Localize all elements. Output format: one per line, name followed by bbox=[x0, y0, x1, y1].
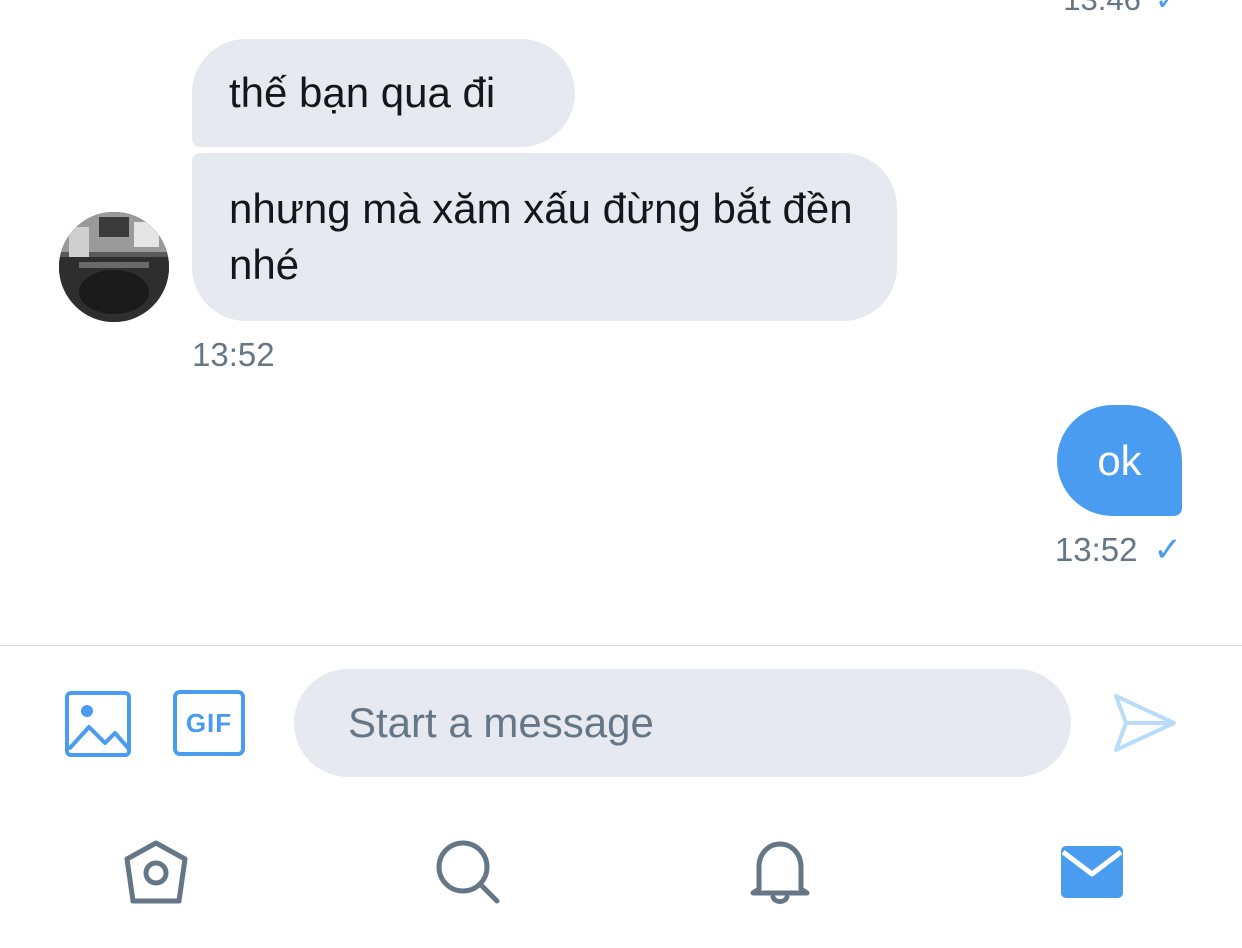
message-text: ok bbox=[1097, 436, 1142, 484]
send-icon[interactable] bbox=[1110, 690, 1180, 756]
incoming-message-time: 13:52 bbox=[192, 336, 275, 373]
search-icon[interactable] bbox=[432, 836, 504, 908]
mail-icon[interactable] bbox=[1056, 836, 1128, 908]
home-icon[interactable] bbox=[120, 836, 192, 908]
outgoing-message-meta: 13:52 ✓ bbox=[1055, 530, 1182, 570]
message-text: thế bạn qua đi bbox=[229, 69, 496, 116]
message-composer[interactable] bbox=[294, 669, 1071, 777]
composer-divider bbox=[0, 645, 1242, 646]
read-check-icon: ✓ bbox=[1154, 0, 1180, 17]
avatar[interactable] bbox=[59, 212, 169, 322]
outgoing-message-time: 13:52 bbox=[1054, 531, 1138, 568]
previous-message-meta: 13:46 ✓ bbox=[1063, 0, 1180, 18]
message-text: nhưng mà xăm xấu đừng bắt đền nhé bbox=[229, 185, 853, 288]
incoming-message-bubble[interactable]: nhưng mà xăm xấu đừng bắt đền nhé bbox=[192, 153, 897, 321]
avatar-photo bbox=[59, 212, 169, 322]
message-input[interactable] bbox=[348, 699, 1028, 747]
previous-message-time: 13:46 bbox=[1063, 0, 1141, 18]
gif-icon[interactable]: GIF bbox=[173, 690, 245, 756]
outgoing-message-bubble[interactable]: ok bbox=[1057, 405, 1182, 516]
gif-label: GIF bbox=[185, 707, 233, 738]
bell-icon[interactable] bbox=[744, 836, 816, 908]
read-check-icon: ✓ bbox=[1153, 531, 1183, 569]
dm-conversation-screen: 13:46 ✓ thế bạn qua đi nhưng mà xăm xấu … bbox=[0, 0, 1242, 948]
image-icon[interactable] bbox=[63, 689, 133, 759]
incoming-message-bubble[interactable]: thế bạn qua đi bbox=[192, 39, 575, 147]
